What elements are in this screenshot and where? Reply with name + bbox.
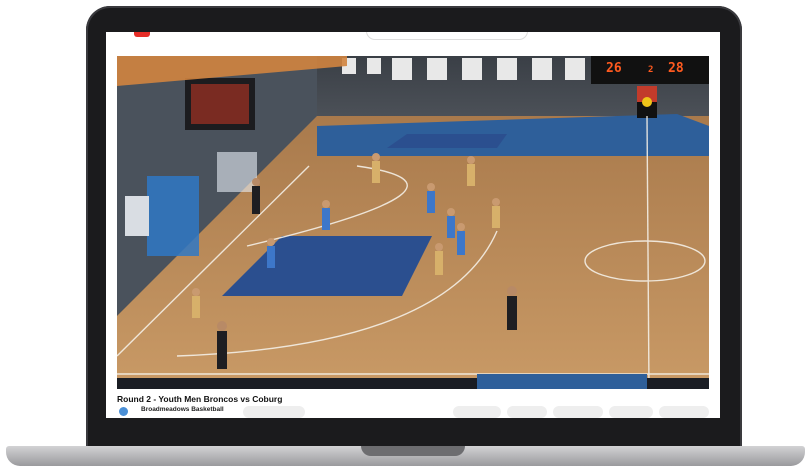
share-button[interactable]	[507, 406, 547, 418]
laptop-hinge-notch	[361, 446, 465, 456]
channel-avatar[interactable]	[119, 407, 128, 416]
youtube-logo-icon[interactable]	[134, 32, 150, 37]
scoreboard-away-score: 28	[668, 61, 684, 76]
basketball-court-scene: 26 2 28	[117, 56, 709, 389]
video-title: Round 2 - Youth Men Broncos vs Coburg	[117, 394, 283, 404]
scoreboard-period: 2	[648, 65, 653, 75]
browser-top-bar	[106, 32, 720, 56]
like-button[interactable]	[453, 406, 501, 418]
channel-row: Broadmeadows Basketball	[117, 406, 717, 418]
subscribe-button[interactable]	[243, 406, 305, 418]
video-player[interactable]: 26 2 28	[117, 56, 709, 389]
channel-name[interactable]: Broadmeadows Basketball	[141, 406, 224, 413]
save-button[interactable]	[659, 406, 709, 418]
search-bar[interactable]	[366, 32, 528, 40]
scoreboard-home-score: 26	[606, 61, 622, 76]
clip-button[interactable]	[609, 406, 653, 418]
download-button[interactable]	[553, 406, 603, 418]
laptop-screen: 26 2 28 Round 2 - Youth Men Broncos vs C…	[106, 32, 720, 418]
